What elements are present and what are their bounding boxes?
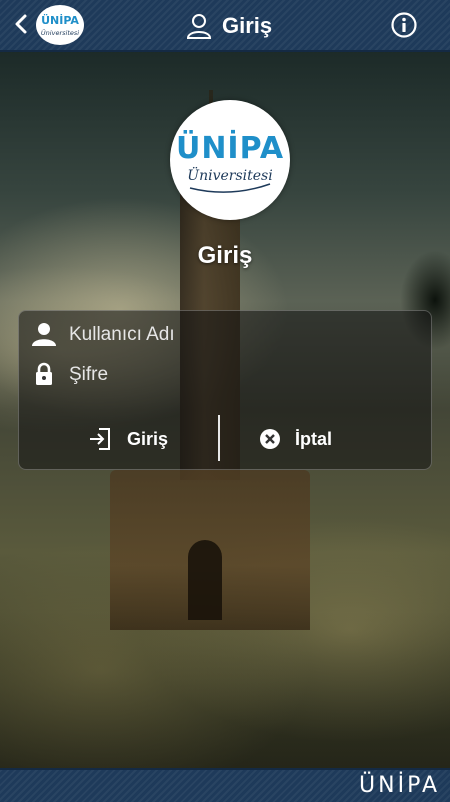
password-field-row [19, 351, 431, 397]
svg-text:Üniversitesi: Üniversitesi [187, 166, 272, 184]
university-logo: ÜNİPA Üniversitesi [170, 100, 290, 220]
header-title: Giriş [222, 13, 273, 38]
svg-text:ÜNİPA: ÜNİPA [176, 129, 284, 166]
username-input[interactable] [67, 319, 411, 351]
login-button-label: Giriş [127, 428, 169, 449]
user-icon [186, 14, 212, 39]
cancel-button[interactable]: İptal [253, 417, 338, 461]
cancel-button-label: İptal [295, 428, 333, 449]
tower-door [188, 540, 222, 620]
close-circle-icon [260, 429, 280, 449]
password-input[interactable] [67, 359, 411, 391]
login-button[interactable]: Giriş [81, 417, 174, 461]
button-divider [218, 415, 220, 461]
svg-text:ÜNİPA: ÜNİPA [41, 13, 79, 27]
header-logo[interactable]: ÜNİPA Üniversitesi [36, 5, 84, 45]
info-icon[interactable] [391, 12, 417, 38]
user-icon [32, 323, 56, 346]
login-form: Giriş İptal [18, 310, 432, 470]
ground [0, 610, 450, 768]
header-title-group: Giriş [186, 10, 272, 42]
lock-icon [36, 362, 52, 385]
svg-text:Üniversitesi: Üniversitesi [41, 28, 79, 37]
header-bar: ÜNİPA Üniversitesi Giriş [0, 0, 450, 52]
login-icon [90, 428, 110, 450]
footer-logo: ÜNİPA [359, 773, 440, 798]
page-title: Giriş [197, 242, 253, 269]
footer-bar: ÜNİPA [0, 768, 450, 802]
chevron-left-icon[interactable] [14, 13, 28, 35]
